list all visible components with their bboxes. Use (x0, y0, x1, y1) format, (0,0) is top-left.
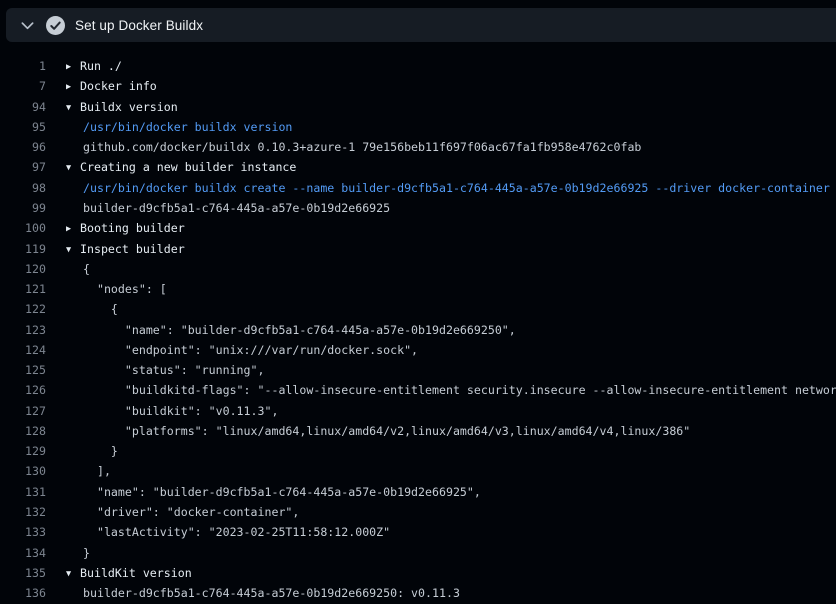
log-group-toggle[interactable]: ▶Run ./ (66, 59, 122, 73)
log-output-text: "status": "running", (66, 363, 264, 377)
log-line: 129 } (0, 441, 836, 461)
line-number[interactable]: 98 (0, 181, 46, 195)
log-line: 131 "name": "builder-d9cfb5a1-c764-445a-… (0, 482, 836, 502)
line-number[interactable]: 129 (0, 444, 46, 458)
log-line: 99 builder-d9cfb5a1-c764-445a-a57e-0b19d… (0, 198, 836, 218)
line-number[interactable]: 135 (0, 566, 46, 580)
step-header[interactable]: Set up Docker Buildx (6, 8, 836, 42)
log-output-text: "platforms": "linux/amd64,linux/amd64/v2… (66, 424, 690, 438)
line-number[interactable]: 121 (0, 282, 46, 296)
log-line: 7 ▶Docker info (0, 76, 836, 96)
line-number[interactable]: 100 (0, 221, 46, 235)
log-group-toggle[interactable]: ▶Docker info (66, 79, 157, 93)
line-number[interactable]: 125 (0, 363, 46, 377)
line-number[interactable]: 94 (0, 100, 46, 114)
log-line: 122 { (0, 299, 836, 319)
line-number[interactable]: 96 (0, 140, 46, 154)
triangle-collapsed-icon: ▶ (66, 224, 80, 234)
triangle-expanded-icon: ▼ (66, 245, 80, 255)
log-output-text: ], (66, 464, 111, 478)
line-number[interactable]: 122 (0, 302, 46, 316)
log-line: 1 ▶Run ./ (0, 56, 836, 76)
log-line: 123 "name": "builder-d9cfb5a1-c764-445a-… (0, 319, 836, 339)
log-line: 132 "driver": "docker-container", (0, 502, 836, 522)
line-number[interactable]: 134 (0, 546, 46, 560)
log-line: 121 "nodes": [ (0, 279, 836, 299)
log-line: 126 "buildkitd-flags": "--allow-insecure… (0, 380, 836, 400)
line-number[interactable]: 7 (0, 79, 46, 93)
line-number[interactable]: 136 (0, 586, 46, 600)
log-line: 128 "platforms": "linux/amd64,linux/amd6… (0, 421, 836, 441)
log-line: 135 ▼BuildKit version (0, 563, 836, 583)
log-output-text: } (66, 444, 118, 458)
log-line: 100 ▶Booting builder (0, 218, 836, 238)
line-number[interactable]: 123 (0, 323, 46, 337)
log-group-toggle[interactable]: ▼Inspect builder (66, 242, 185, 256)
line-number[interactable]: 132 (0, 505, 46, 519)
log-output-text: builder-d9cfb5a1-c764-445a-a57e-0b19d2e6… (66, 586, 460, 600)
log-line: 119 ▼Inspect builder (0, 238, 836, 258)
log-line: 94 ▼Buildx version (0, 97, 836, 117)
line-number[interactable]: 95 (0, 120, 46, 134)
line-number[interactable]: 124 (0, 343, 46, 357)
line-number[interactable]: 126 (0, 383, 46, 397)
log-output-text: "buildkitd-flags": "--allow-insecure-ent… (66, 383, 836, 397)
log-line: 96 github.com/docker/buildx 0.10.3+azure… (0, 137, 836, 157)
triangle-expanded-icon: ▼ (66, 569, 80, 579)
log-line: 95 /usr/bin/docker buildx version (0, 117, 836, 137)
log-output-text: "endpoint": "unix:///var/run/docker.sock… (66, 343, 418, 357)
log-output-text: { (66, 262, 90, 276)
triangle-expanded-icon: ▼ (66, 103, 80, 113)
triangle-collapsed-icon: ▶ (66, 62, 80, 72)
log-group-toggle[interactable]: ▼BuildKit version (66, 566, 192, 580)
line-number[interactable]: 119 (0, 242, 46, 256)
log-line: 127 "buildkit": "v0.11.3", (0, 401, 836, 421)
chevron-down-icon[interactable] (19, 17, 36, 34)
log-group-toggle[interactable]: ▼Creating a new builder instance (66, 160, 296, 174)
line-number[interactable]: 1 (0, 59, 46, 73)
log-line: 125 "status": "running", (0, 360, 836, 380)
log-line: 136 builder-d9cfb5a1-c764-445a-a57e-0b19… (0, 583, 836, 603)
line-number[interactable]: 128 (0, 424, 46, 438)
log-line: 134 } (0, 542, 836, 562)
line-number[interactable]: 99 (0, 201, 46, 215)
triangle-expanded-icon: ▼ (66, 163, 80, 173)
log-group-toggle[interactable]: ▶Booting builder (66, 221, 185, 235)
line-number[interactable]: 133 (0, 525, 46, 539)
line-number[interactable]: 131 (0, 485, 46, 499)
log-line: 130 ], (0, 461, 836, 481)
log-line: 124 "endpoint": "unix:///var/run/docker.… (0, 340, 836, 360)
triangle-collapsed-icon: ▶ (66, 82, 80, 92)
log-line: 133 "lastActivity": "2023-02-25T11:58:12… (0, 522, 836, 542)
line-number[interactable]: 120 (0, 262, 46, 276)
log-line: 97 ▼Creating a new builder instance (0, 157, 836, 177)
log-line: 98 /usr/bin/docker buildx create --name … (0, 178, 836, 198)
line-number[interactable]: 127 (0, 404, 46, 418)
log-group-toggle[interactable]: ▼Buildx version (66, 100, 178, 114)
check-circle-icon (46, 16, 65, 35)
log-output-text: { (66, 302, 118, 316)
log-output-text: "buildkit": "v0.11.3", (66, 404, 278, 418)
log-area: 1 ▶Run ./ 7 ▶Docker info 94 ▼Buildx vers… (0, 56, 836, 603)
step-title: Set up Docker Buildx (75, 18, 203, 33)
log-output-text: "driver": "docker-container", (66, 505, 299, 519)
log-output-text: "name": "builder-d9cfb5a1-c764-445a-a57e… (66, 323, 516, 337)
log-output-text: "lastActivity": "2023-02-25T11:58:12.000… (66, 525, 390, 539)
log-output-text: github.com/docker/buildx 0.10.3+azure-1 … (66, 140, 641, 154)
log-command-text: /usr/bin/docker buildx version (66, 120, 292, 134)
line-number[interactable]: 97 (0, 160, 46, 174)
log-command-text: /usr/bin/docker buildx create --name bui… (66, 181, 830, 195)
log-line: 120 { (0, 259, 836, 279)
log-output-text: "nodes": [ (66, 282, 167, 296)
log-output-text: builder-d9cfb5a1-c764-445a-a57e-0b19d2e6… (66, 201, 390, 215)
line-number[interactable]: 130 (0, 464, 46, 478)
log-output-text: } (66, 546, 90, 560)
log-output-text: "name": "builder-d9cfb5a1-c764-445a-a57e… (66, 485, 481, 499)
